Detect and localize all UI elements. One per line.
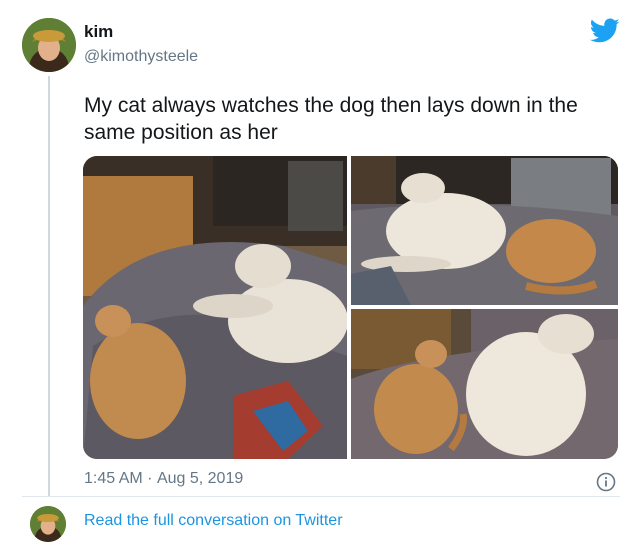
media-grid (83, 156, 618, 459)
display-name[interactable]: kim (84, 22, 113, 42)
info-icon[interactable] (596, 472, 616, 492)
user-handle[interactable]: @kimothysteele (84, 48, 198, 66)
thread-line (48, 76, 50, 496)
avatar-small[interactable] (30, 506, 66, 542)
tweet-time: 1:45 AM (84, 470, 143, 487)
tweet-card: kim @kimothysteele My cat always watches… (0, 0, 640, 554)
divider (22, 496, 620, 497)
avatar[interactable] (22, 18, 76, 72)
photo-dog-sleeping[interactable] (351, 156, 618, 305)
photo-dog-and-cat-on-bed[interactable] (83, 156, 347, 459)
photo-image (83, 156, 347, 459)
twitter-bird-icon[interactable] (590, 18, 620, 44)
photo-image (351, 156, 618, 305)
photo-cat-next-to-dog[interactable] (351, 309, 618, 459)
avatar-image (22, 18, 76, 72)
photo-image (351, 309, 618, 459)
tweet-text: My cat always watches the dog then lays … (84, 94, 578, 144)
tweet-date: Aug 5, 2019 (156, 470, 244, 487)
avatar-image (30, 506, 66, 542)
read-conversation-link[interactable]: Read the full conversation on Twitter (84, 512, 343, 530)
timestamp-separator: · (147, 470, 153, 487)
tweet-timestamp[interactable]: 1:45 AM · Aug 5, 2019 (84, 470, 243, 488)
